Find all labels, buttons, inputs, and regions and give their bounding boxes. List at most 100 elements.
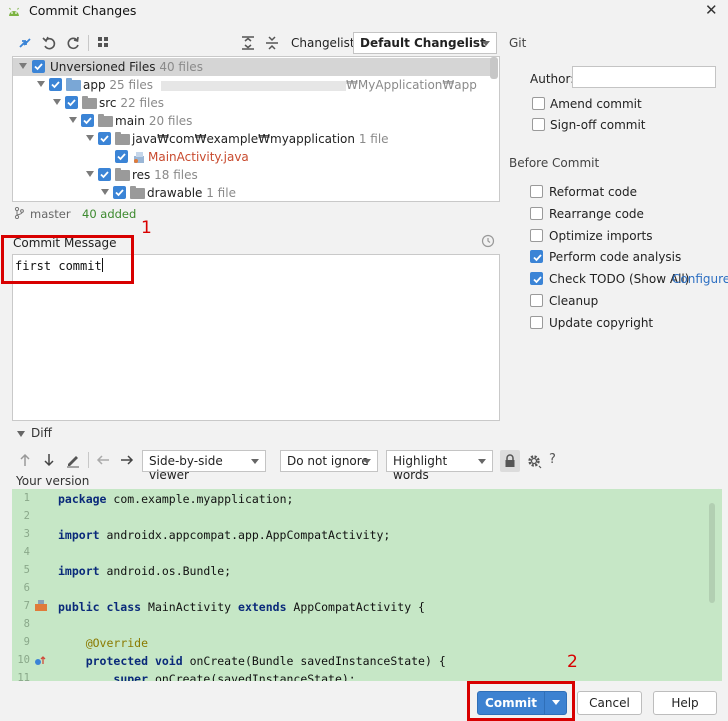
expand-arrow-icon[interactable] xyxy=(69,117,77,123)
update-copyright-checkbox[interactable] xyxy=(530,316,543,329)
ignore-mode-dropdown[interactable]: Do not ignore xyxy=(280,450,378,472)
toolbar-separator xyxy=(88,452,89,468)
check-todo-checkbox[interactable] xyxy=(530,272,543,285)
perform-code-analysis-checkbox[interactable] xyxy=(530,250,543,263)
checkbox-checked-icon[interactable] xyxy=(32,60,45,73)
group-by-icon[interactable] xyxy=(96,35,112,51)
tree-row-res[interactable]: res 18 files xyxy=(13,166,491,184)
reformat-code-label[interactable]: Reformat code xyxy=(549,185,637,199)
chevron-down-icon xyxy=(363,459,371,464)
edit-source-icon[interactable] xyxy=(65,452,81,468)
forward-arrow-icon[interactable] xyxy=(119,452,135,468)
branch-icon xyxy=(14,207,24,219)
cleanup-label[interactable]: Cleanup xyxy=(549,294,598,308)
expand-arrow-icon[interactable] xyxy=(86,171,94,177)
perform-code-analysis-label[interactable]: Perform code analysis xyxy=(549,250,681,264)
collapse-diff-icon[interactable] xyxy=(16,430,26,438)
tree-scrollbar[interactable] xyxy=(490,57,498,79)
tree-count: 1 file xyxy=(206,186,236,200)
highlight-mode-dropdown[interactable]: Highlight words xyxy=(386,450,493,482)
code-editor[interactable]: 1 2 3 4 5 6 7 8 9 10 11 package com.exam… xyxy=(12,489,722,681)
sign-off-commit-checkbox[interactable] xyxy=(532,118,545,131)
tree-row-unversioned[interactable]: Unversioned Files 40 files xyxy=(13,58,491,76)
configure-link[interactable]: Configure xyxy=(672,272,728,286)
collapse-all-icon[interactable] xyxy=(264,35,280,51)
line-number: 4 xyxy=(23,546,30,558)
code-scrollbar[interactable] xyxy=(709,503,715,603)
tree-count: 20 files xyxy=(148,114,193,128)
tree-label: Unversioned Files xyxy=(50,60,156,74)
amend-commit-label[interactable]: Amend commit xyxy=(550,97,642,111)
expand-arrow-icon[interactable] xyxy=(53,99,61,105)
added-count: 40 added xyxy=(82,207,137,221)
checkbox-checked-icon[interactable] xyxy=(81,114,94,127)
cleanup-checkbox[interactable] xyxy=(530,294,543,307)
sign-off-commit-label[interactable]: Sign-off commit xyxy=(550,118,646,132)
tree-count: 18 files xyxy=(154,168,198,182)
expand-arrow-icon[interactable] xyxy=(37,81,45,87)
line-number: 10 xyxy=(17,654,30,666)
tree-row-java-package[interactable]: java₩com₩example₩myapplication 1 file xyxy=(13,130,491,148)
tree-row-app[interactable]: app 25 files ₩MyApplication₩app xyxy=(13,76,491,94)
code-package: com.example.myapplication; xyxy=(113,492,294,506)
tree-row-drawable[interactable]: drawable 1 file xyxy=(13,184,491,201)
cancel-button[interactable]: Cancel xyxy=(577,691,642,715)
reformat-code-checkbox[interactable] xyxy=(530,185,543,198)
tree-row-main[interactable]: main 20 files xyxy=(13,112,491,130)
android-activity-gutter-icon[interactable] xyxy=(34,600,48,612)
author-input[interactable] xyxy=(572,66,716,88)
checkbox-checked-icon[interactable] xyxy=(49,78,62,91)
back-arrow-icon[interactable] xyxy=(95,452,111,468)
optimize-imports-label[interactable]: Optimize imports xyxy=(549,229,653,243)
code-line: @Override xyxy=(85,636,149,650)
expand-arrow-icon[interactable] xyxy=(86,135,94,141)
java-class-icon xyxy=(132,151,146,164)
tree-count: 22 files xyxy=(120,96,164,110)
before-commit-header: Before Commit xyxy=(509,156,600,170)
help-button[interactable]: Help xyxy=(653,691,717,715)
refresh-icon[interactable] xyxy=(65,35,81,51)
changes-tree[interactable]: Unversioned Files 40 files app 25 files ₩… xyxy=(12,56,500,202)
toolbar-separator xyxy=(88,35,89,51)
tree-label: java₩com₩example₩myapplication xyxy=(132,132,356,146)
history-clock-icon[interactable] xyxy=(481,234,495,248)
window-title: Commit Changes xyxy=(29,3,137,18)
help-icon[interactable]: ? xyxy=(549,452,556,467)
diff-header: Diff xyxy=(31,426,52,440)
tree-path: ₩MyApplication₩app xyxy=(346,78,477,92)
viewer-mode-dropdown[interactable]: Side-by-side viewer xyxy=(142,450,266,482)
expand-all-icon[interactable] xyxy=(240,35,256,51)
tree-count: 40 files xyxy=(159,60,203,74)
line-number: 5 xyxy=(23,564,30,576)
previous-difference-icon[interactable] xyxy=(18,452,32,468)
checkbox-checked-icon[interactable] xyxy=(98,132,111,145)
tree-row-src[interactable]: src 22 files xyxy=(13,94,491,112)
checkbox-checked-icon[interactable] xyxy=(98,168,111,181)
annotation-marker-2: 2 xyxy=(567,652,578,672)
lock-toggle[interactable] xyxy=(500,450,520,472)
viewer-mode-value: Side-by-side viewer xyxy=(149,454,223,482)
changelist-dropdown[interactable]: Default Changelist xyxy=(353,32,497,54)
rearrange-code-checkbox[interactable] xyxy=(530,207,543,220)
override-gutter-icon[interactable] xyxy=(34,655,46,667)
optimize-imports-checkbox[interactable] xyxy=(530,229,543,242)
show-diff-icon[interactable] xyxy=(17,35,33,51)
check-todo-label[interactable]: Check TODO (Show All) xyxy=(549,272,689,286)
tree-row-mainactivity[interactable]: MainActivity.java xyxy=(13,148,491,166)
rollback-icon[interactable] xyxy=(41,35,57,51)
expand-arrow-icon[interactable] xyxy=(19,63,27,69)
folder-icon xyxy=(98,114,113,127)
expand-arrow-icon[interactable] xyxy=(101,189,109,195)
amend-commit-checkbox[interactable] xyxy=(532,97,545,110)
next-difference-icon[interactable] xyxy=(42,452,56,468)
changelist-label: Changelist: xyxy=(291,36,359,50)
close-icon[interactable]: ✕ xyxy=(705,1,718,19)
checkbox-checked-icon[interactable] xyxy=(115,150,128,163)
folder-icon xyxy=(130,186,145,199)
rearrange-code-label[interactable]: Rearrange code xyxy=(549,207,644,221)
checkbox-checked-icon[interactable] xyxy=(65,96,78,109)
settings-gear-icon[interactable] xyxy=(526,453,542,469)
highlight-box-commit-message xyxy=(1,235,134,284)
checkbox-checked-icon[interactable] xyxy=(113,186,126,199)
update-copyright-label[interactable]: Update copyright xyxy=(549,316,653,330)
